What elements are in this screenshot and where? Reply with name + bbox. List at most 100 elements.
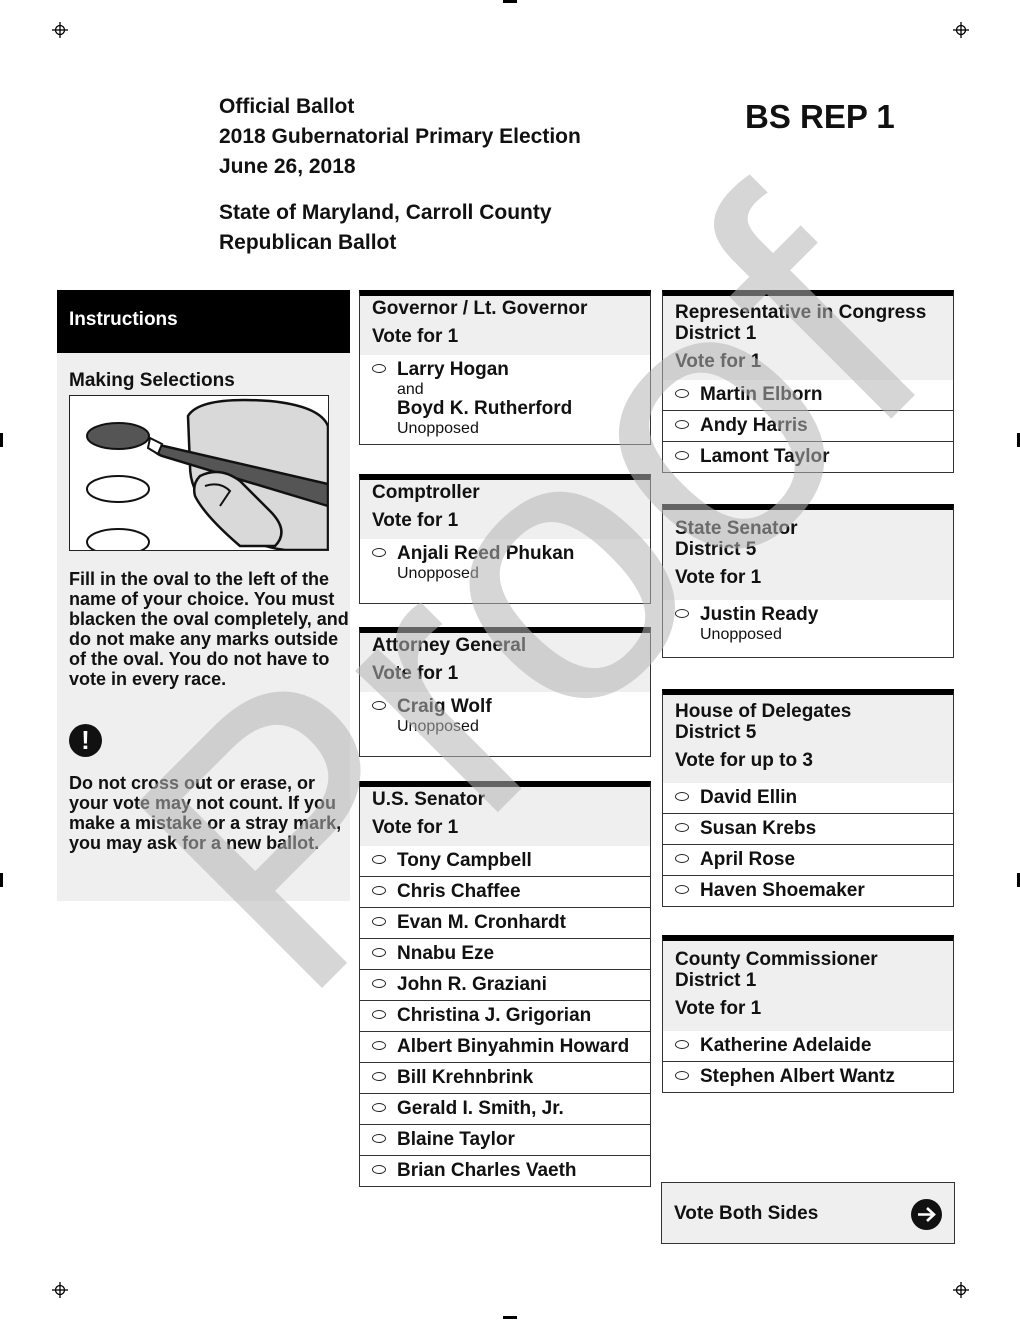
selection-oval[interactable] bbox=[675, 885, 689, 894]
header-line: June 26, 2018 bbox=[219, 155, 356, 178]
instructions-text: Fill in the oval to the left of the name… bbox=[69, 569, 349, 689]
jurisdiction-line: Republican Ballot bbox=[219, 231, 397, 254]
selection-oval[interactable] bbox=[372, 1134, 386, 1143]
vote-both-sides-notice: Vote Both Sides bbox=[661, 1182, 955, 1244]
contest-county-commissioner: County Commissioner District 1 Vote for 1 … bbox=[662, 935, 954, 1093]
contest-title: County Commissioner bbox=[675, 949, 878, 970]
vote-instruction: Vote for 1 bbox=[675, 998, 762, 1019]
contest-district: District 1 bbox=[675, 970, 757, 991]
candidate-option[interactable]: Lamont Taylor bbox=[663, 441, 953, 472]
candidate-name: Brian Charles Vaeth bbox=[397, 1160, 577, 1181]
candidate-name: Lamont Taylor bbox=[700, 446, 830, 467]
selection-oval[interactable] bbox=[675, 609, 689, 618]
candidate-name: Haven Shoemaker bbox=[700, 880, 865, 901]
candidate-option[interactable]: Albert Binyahmin Howard bbox=[360, 1031, 650, 1062]
selection-oval[interactable] bbox=[372, 917, 386, 926]
selection-oval[interactable] bbox=[675, 451, 689, 460]
candidate-name: David Ellin bbox=[700, 787, 798, 808]
selection-oval[interactable] bbox=[372, 1165, 386, 1174]
registration-mark-icon bbox=[953, 1282, 969, 1298]
selection-oval[interactable] bbox=[675, 1071, 689, 1080]
selection-oval[interactable] bbox=[372, 1010, 386, 1019]
candidate-option[interactable]: Katherine Adelaide bbox=[663, 1031, 953, 1061]
candidate-option[interactable]: David Ellin bbox=[663, 783, 953, 813]
candidate-option[interactable]: April Rose bbox=[663, 844, 953, 875]
candidate-option[interactable]: Martin Elborn bbox=[663, 380, 953, 410]
contest-title: Governor / Lt. Governor bbox=[372, 298, 588, 319]
candidate-option[interactable]: Stephen Albert Wantz bbox=[663, 1061, 953, 1092]
contest-district: District 5 bbox=[675, 722, 757, 743]
selection-oval[interactable] bbox=[372, 1041, 386, 1050]
contest-title: State Senator bbox=[675, 518, 798, 539]
candidate-name: Justin Ready bbox=[700, 604, 819, 625]
contest-representative-congress: Representative in Congress District 1 Vote… bbox=[662, 290, 954, 473]
selection-oval[interactable] bbox=[372, 948, 386, 957]
candidate-name: Martin Elborn bbox=[700, 384, 823, 405]
selection-oval[interactable] bbox=[675, 823, 689, 832]
header-line: 2018 Gubernatorial Primary Election bbox=[219, 125, 581, 148]
candidate-option[interactable]: John R. Graziani bbox=[360, 969, 650, 1000]
ballot-header: Official Ballot 2018 Gubernatorial Prima… bbox=[219, 92, 581, 182]
candidate-name: Anjali Reed Phukan bbox=[397, 543, 575, 564]
selection-oval[interactable] bbox=[372, 979, 386, 988]
candidate-name: Katherine Adelaide bbox=[700, 1035, 872, 1056]
candidate-note: Unopposed bbox=[700, 626, 782, 643]
candidate-option[interactable]: Andy Harris bbox=[663, 410, 953, 441]
candidate-name: Stephen Albert Wantz bbox=[700, 1066, 895, 1087]
candidate-option[interactable]: Larry Hogan and Boyd K. Rutherford Unopp… bbox=[360, 355, 650, 444]
selection-oval[interactable] bbox=[372, 701, 386, 710]
selection-oval[interactable] bbox=[675, 420, 689, 429]
selection-oval[interactable] bbox=[372, 548, 386, 557]
running-mate-name: Boyd K. Rutherford bbox=[397, 398, 573, 419]
candidate-name: Gerald I. Smith, Jr. bbox=[397, 1098, 564, 1119]
contest-district: District 5 bbox=[675, 539, 757, 560]
jurisdiction: State of Maryland, Carroll County Republ… bbox=[219, 198, 552, 258]
contest-title: U.S. Senator bbox=[372, 789, 485, 810]
timing-mark bbox=[0, 873, 3, 887]
jurisdiction-line: State of Maryland, Carroll County bbox=[219, 201, 552, 224]
selection-oval[interactable] bbox=[675, 792, 689, 801]
vote-instruction: Vote for 1 bbox=[675, 351, 762, 372]
selection-oval[interactable] bbox=[372, 364, 386, 373]
candidate-name: Craig Wolf bbox=[397, 696, 492, 717]
selection-oval[interactable] bbox=[675, 389, 689, 398]
candidate-name: Susan Krebs bbox=[700, 818, 817, 839]
instructions-subtitle: Making Selections bbox=[69, 370, 235, 391]
contest-state-senator: State Senator District 5 Vote for 1 Justin… bbox=[662, 504, 954, 658]
candidate-option[interactable]: Blaine Taylor bbox=[360, 1124, 650, 1155]
candidate-option[interactable]: Haven Shoemaker bbox=[663, 875, 953, 906]
candidate-option[interactable]: Tony Campbell bbox=[360, 846, 650, 876]
selection-oval[interactable] bbox=[372, 1072, 386, 1081]
vote-instruction: Vote for 1 bbox=[675, 567, 762, 588]
candidate-option[interactable]: Anjali Reed Phukan Unopposed bbox=[360, 539, 650, 603]
candidate-option[interactable]: Bill Krehnbrink bbox=[360, 1062, 650, 1093]
header-line: Official Ballot bbox=[219, 95, 355, 118]
candidate-option[interactable]: Evan M. Cronhardt bbox=[360, 907, 650, 938]
contest-us-senator: U.S. Senator Vote for 1 Tony Campbell Chr… bbox=[359, 781, 651, 1187]
selection-oval[interactable] bbox=[675, 854, 689, 863]
candidate-option[interactable]: Craig Wolf Unopposed bbox=[360, 692, 650, 756]
selection-oval[interactable] bbox=[372, 855, 386, 864]
candidate-option[interactable]: Christina J. Grigorian bbox=[360, 1000, 650, 1031]
selection-oval[interactable] bbox=[372, 1103, 386, 1112]
candidate-option[interactable]: Justin Ready Unopposed bbox=[663, 600, 953, 657]
candidate-option[interactable]: Nnabu Eze bbox=[360, 938, 650, 969]
candidate-name: Andy Harris bbox=[700, 415, 808, 436]
hand-marking-oval-icon bbox=[86, 398, 328, 550]
contest-title: House of Delegates bbox=[675, 701, 852, 722]
contest-title: Representative in Congress bbox=[675, 302, 927, 323]
candidate-option[interactable]: Gerald I. Smith, Jr. bbox=[360, 1093, 650, 1124]
candidate-name: Chris Chaffee bbox=[397, 881, 521, 902]
contest-attorney-general: Attorney General Vote for 1 Craig Wolf Un… bbox=[359, 627, 651, 757]
candidate-name: Larry Hogan bbox=[397, 359, 509, 380]
ballot-code: BS REP 1 bbox=[745, 98, 895, 135]
instructions-panel: Instructions Making Selections Fill in t… bbox=[57, 290, 350, 901]
candidate-option[interactable]: Susan Krebs bbox=[663, 813, 953, 844]
candidate-option[interactable]: Chris Chaffee bbox=[360, 876, 650, 907]
arrow-right-icon bbox=[911, 1199, 942, 1230]
contest-comptroller: Comptroller Vote for 1 Anjali Reed Phukan… bbox=[359, 474, 651, 604]
selection-oval[interactable] bbox=[372, 886, 386, 895]
candidate-option[interactable]: Brian Charles Vaeth bbox=[360, 1155, 650, 1186]
selection-oval[interactable] bbox=[675, 1040, 689, 1049]
contest-house-of-delegates: House of Delegates District 5 Vote for up … bbox=[662, 689, 954, 907]
